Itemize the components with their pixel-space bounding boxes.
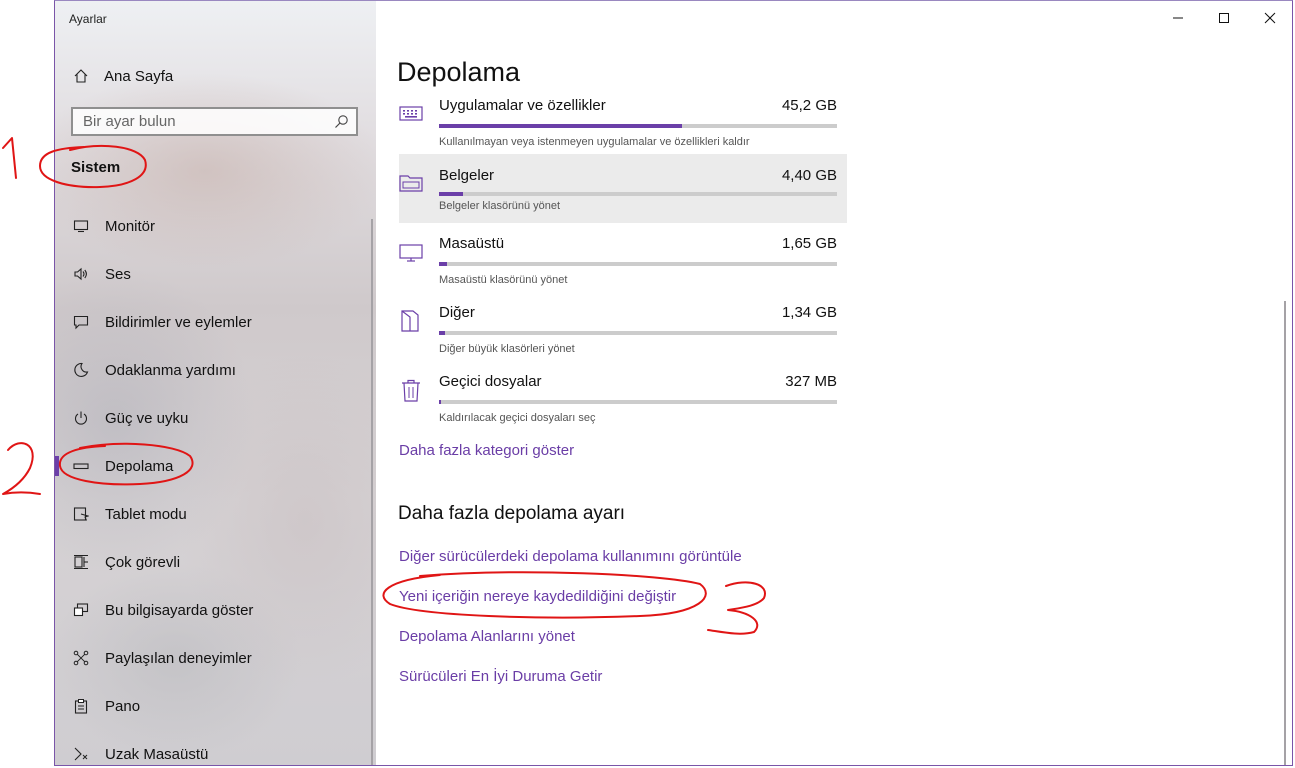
sidebar-item-label: Uzak Masaüstü [105, 745, 209, 763]
home-label: Ana Sayfa [104, 67, 174, 85]
search-icon[interactable] [334, 114, 349, 129]
usage-bar-fill [439, 124, 682, 128]
moon-icon [72, 361, 90, 379]
speaker-icon [72, 265, 90, 283]
category-name: Masaüstü [439, 235, 505, 252]
category-description: Belgeler klasörünü yönet [439, 200, 561, 212]
sidebar-scrollbar[interactable] [371, 219, 373, 765]
project-icon [72, 601, 90, 619]
sidebar-item-project-to-pc[interactable]: Bu bilgisayarda göster [55, 592, 376, 628]
category-apps-features[interactable]: Uygulamalar ve özellikler 45,2 GB Kullan… [399, 93, 847, 162]
category-documents[interactable]: Belgeler 4,40 GB Belgeler klasörünü yöne… [399, 154, 847, 223]
minimize-icon [1173, 17, 1183, 19]
close-button[interactable] [1247, 1, 1292, 35]
multitask-icon [72, 553, 90, 571]
home-icon [72, 67, 90, 85]
page-title: Depolama [397, 57, 521, 87]
category-description: Kullanılmayan veya istenmeyen uygulamala… [439, 136, 750, 148]
more-storage-settings-heading: Daha fazla depolama ayarı [398, 503, 626, 524]
minimize-button[interactable] [1155, 1, 1201, 35]
sidebar-item-sound[interactable]: Ses [55, 256, 376, 292]
main-content: Depolama Uygulamalar ve özellikler 45,2 … [376, 1, 1292, 765]
close-icon [1264, 12, 1276, 24]
desktop-icon [399, 240, 423, 264]
main-scrollbar[interactable] [1284, 301, 1286, 765]
app-title: Ayarlar [69, 12, 107, 26]
view-other-drives-link[interactable]: Diğer sürücülerdeki depolama kullanımını… [399, 548, 742, 565]
search-field-container[interactable] [71, 107, 358, 136]
manage-storage-spaces-link[interactable]: Depolama Alanlarını yönet [399, 628, 575, 645]
sidebar-item-remote-desktop[interactable]: Uzak Masaüstü [55, 736, 376, 765]
usage-bar [439, 192, 837, 196]
usage-bar-fill [439, 262, 447, 266]
category-description: Diğer büyük klasörleri yönet [439, 343, 575, 355]
category-name: Belgeler [439, 167, 495, 184]
maximize-icon [1219, 13, 1229, 23]
optimize-drives-link[interactable]: Sürücüleri En İyi Duruma Getir [399, 668, 602, 685]
sidebar-item-label: Depolama [105, 457, 174, 475]
category-size: 4,40 GB [781, 167, 837, 184]
category-desktop[interactable]: Masaüstü 1,65 GB Masaüstü klasörünü yöne… [399, 231, 847, 300]
category-size: 1,34 GB [781, 304, 837, 321]
more-categories-link[interactable]: Daha fazla kategori göster [399, 442, 574, 459]
documents-folder-icon [399, 171, 423, 195]
category-name: Geçici dosyalar [439, 373, 542, 390]
sidebar: Ayarlar Ana Sayfa Sistem Monitör Ses [55, 1, 376, 765]
sidebar-item-tablet-mode[interactable]: Tablet modu [55, 496, 376, 532]
sidebar-item-clipboard[interactable]: Pano [55, 688, 376, 724]
category-temporary-files[interactable]: Geçici dosyalar 327 MB Kaldırılacak geçi… [399, 369, 847, 438]
sidebar-item-multitasking[interactable]: Çok görevli [55, 544, 376, 580]
sidebar-item-label: Bildirimler ve eylemler [105, 313, 252, 331]
usage-bar [439, 262, 837, 266]
usage-bar [439, 124, 837, 128]
sidebar-item-label: Çok görevli [105, 553, 181, 571]
power-icon [72, 409, 90, 427]
storage-icon [72, 457, 90, 475]
category-name: Diğer [439, 304, 475, 321]
category-other[interactable]: Diğer 1,34 GB Diğer büyük klasörleri yön… [399, 300, 847, 369]
category-description: Masaüstü klasörünü yönet [439, 274, 568, 286]
other-folder-icon [399, 309, 423, 333]
settings-window: Ayarlar Ana Sayfa Sistem Monitör Ses [54, 0, 1293, 766]
share-icon [72, 649, 90, 667]
sidebar-item-label: Monitör [105, 217, 156, 235]
search-input[interactable] [73, 109, 323, 134]
category-name: Uygulamalar ve özellikler [439, 97, 606, 114]
usage-bar [439, 331, 837, 335]
change-save-location-link[interactable]: Yeni içeriğin nereye kaydedildiğini deği… [399, 588, 676, 605]
sidebar-item-label: Pano [105, 697, 141, 715]
monitor-icon [72, 217, 90, 235]
sidebar-item-label: Odaklanma yardımı [105, 361, 236, 379]
sidebar-item-label: Bu bilgisayarda göster [105, 601, 254, 619]
apps-icon [399, 102, 423, 126]
section-heading-system: Sistem [71, 159, 121, 176]
outer-margin [0, 0, 54, 768]
sidebar-item-storage[interactable]: Depolama [55, 448, 376, 484]
category-size: 327 MB [785, 373, 837, 390]
sidebar-item-label: Tablet modu [105, 505, 187, 523]
home-button[interactable]: Ana Sayfa [72, 65, 173, 87]
sidebar-item-focus-assist[interactable]: Odaklanma yardımı [55, 352, 376, 388]
sidebar-item-monitor[interactable]: Monitör [55, 208, 376, 244]
maximize-button[interactable] [1201, 1, 1247, 35]
sidebar-item-shared-experiences[interactable]: Paylaşılan deneyimler [55, 640, 376, 676]
sidebar-item-power-sleep[interactable]: Güç ve uyku [55, 400, 376, 436]
usage-bar-fill [439, 192, 463, 196]
usage-bar [439, 400, 837, 404]
remote-desktop-icon [72, 745, 90, 763]
category-description: Kaldırılacak geçici dosyaları seç [439, 412, 596, 424]
sidebar-item-label: Ses [105, 265, 131, 283]
sidebar-item-label: Paylaşılan deneyimler [105, 649, 252, 667]
category-size: 1,65 GB [781, 235, 837, 252]
trash-icon [399, 378, 423, 402]
tablet-icon [72, 505, 90, 523]
notification-icon [72, 313, 90, 331]
category-size: 45,2 GB [781, 97, 837, 114]
usage-bar-fill [439, 331, 445, 335]
clipboard-icon [72, 697, 90, 715]
sidebar-item-notifications[interactable]: Bildirimler ve eylemler [55, 304, 376, 340]
sidebar-item-label: Güç ve uyku [105, 409, 189, 427]
usage-bar-fill [439, 400, 441, 404]
